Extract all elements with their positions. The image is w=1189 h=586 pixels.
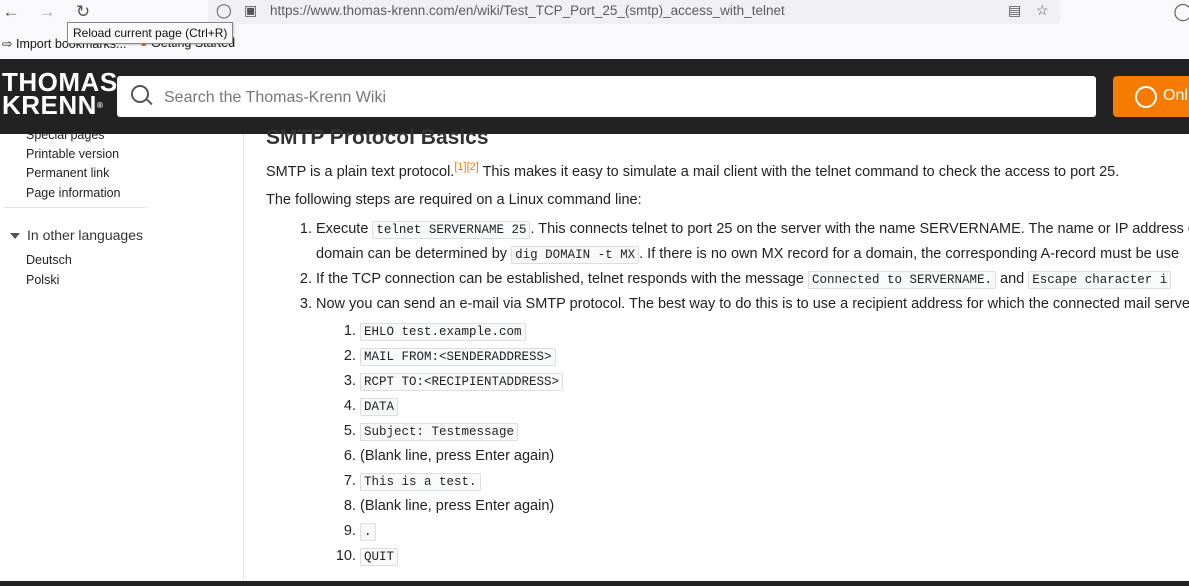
sidebar-divider <box>4 207 146 208</box>
code-snippet: Connected to SERVERNAME. <box>807 271 996 289</box>
reader-view-icon[interactable]: ▤ <box>1008 2 1021 19</box>
substep-item: 10. QUIT <box>310 548 399 566</box>
substep-item: 3. RCPT TO:<RECIPIENTADDRESS> <box>310 373 564 391</box>
search-input[interactable] <box>162 76 1066 119</box>
code-snippet: This is a test. <box>360 473 481 491</box>
substep-item: 2. MAIL FROM:<SENDERADDRESS> <box>310 348 556 366</box>
sidebar-link-permanent-link[interactable]: Permanent link <box>26 166 109 180</box>
code-snippet: RCPT TO:<RECIPIENTADDRESS> <box>360 373 564 391</box>
reload-tooltip: Reload current page (Ctrl+R) <box>67 22 234 44</box>
import-icon: ⇨ <box>2 37 13 51</box>
thomas-krenn-logo[interactable]: THOMAS KRENN® <box>2 69 118 118</box>
substep-item: 8. (Blank line, press Enter again) <box>343 498 555 514</box>
language-link-deutsch[interactable]: Deutsch <box>26 253 72 267</box>
article-content: SMTP Protocol Basics SMTP is a plain tex… <box>266 126 1189 586</box>
star-icon[interactable]: ☆ <box>1036 2 1049 19</box>
languages-toggle[interactable]: In other languages <box>10 227 143 243</box>
lock-icon[interactable]: ▣ <box>244 2 257 19</box>
reference-link-1[interactable]: [1] <box>454 161 466 173</box>
sidebar-link-special-pages[interactable]: Special pages <box>26 128 105 142</box>
code-snippet: Escape character i <box>1028 271 1172 289</box>
cart-icon <box>1135 86 1157 108</box>
list-item: 3. Now you can send an e-mail via SMTP pr… <box>299 296 1189 312</box>
shield-icon[interactable]: ◯ <box>216 2 232 19</box>
code-snippet: dig DOMAIN -t MX <box>511 246 640 264</box>
code-snippet: telnet SERVERNAME 25 <box>372 221 531 239</box>
list-item: 1. Execute telnet SERVERNAME 25. This con… <box>299 221 1189 239</box>
chevron-down-icon <box>10 233 20 240</box>
bottom-edge <box>0 581 1189 586</box>
code-snippet: MAIL FROM:<SENDERADDRESS> <box>360 348 556 366</box>
reference-link-2[interactable]: [2] <box>467 161 479 173</box>
search-icon[interactable] <box>131 85 149 103</box>
url-text[interactable]: https://www.thomas-krenn.com/en/wiki/Tes… <box>270 3 785 18</box>
online-shop-button[interactable]: Onl <box>1113 76 1189 117</box>
code-snippet: QUIT <box>360 548 399 566</box>
list-item: 2. If the TCP connection can be establish… <box>266 271 1172 289</box>
steps-intro: The following steps are required on a Li… <box>266 192 642 208</box>
code-snippet: DATA <box>360 398 399 416</box>
site-header: THOMAS KRENN® Onl <box>0 59 1189 134</box>
section-heading: SMTP Protocol Basics <box>266 126 489 149</box>
sidebar: Special pages Printable version Permanen… <box>0 128 244 586</box>
forward-arrow-icon[interactable]: → <box>36 2 58 22</box>
url-bar[interactable]: ◯ ▣ https://www.thomas-krenn.com/en/wiki… <box>208 0 1060 24</box>
search-box[interactable] <box>117 76 1096 119</box>
substep-item: 9.. <box>310 523 376 541</box>
substep-item: 1. EHLO test.example.com <box>310 323 526 341</box>
list-item-continued: domain can be determined by dig DOMAIN -… <box>316 246 1180 264</box>
intro-paragraph: SMTP is a plain text protocol.[1][2] Thi… <box>266 161 1120 180</box>
code-snippet: . <box>360 523 376 541</box>
sidebar-link-printable-version[interactable]: Printable version <box>26 147 119 161</box>
language-link-polski[interactable]: Polski <box>26 273 59 287</box>
substep-item: 5. Subject: Testmessage <box>310 423 519 441</box>
code-snippet: EHLO test.example.com <box>360 323 526 341</box>
account-icon[interactable]: ◯ <box>1172 2 1189 22</box>
substep-item: 7. This is a test. <box>310 473 481 491</box>
code-snippet: Subject: Testmessage <box>360 423 519 441</box>
sidebar-link-page-information[interactable]: Page information <box>26 186 121 200</box>
substep-item: 6. (Blank line, press Enter again) <box>343 448 555 464</box>
back-arrow-icon[interactable]: ← <box>0 2 22 22</box>
substep-item: 4. DATA <box>310 398 399 416</box>
reload-icon[interactable]: ↻ <box>72 2 94 22</box>
